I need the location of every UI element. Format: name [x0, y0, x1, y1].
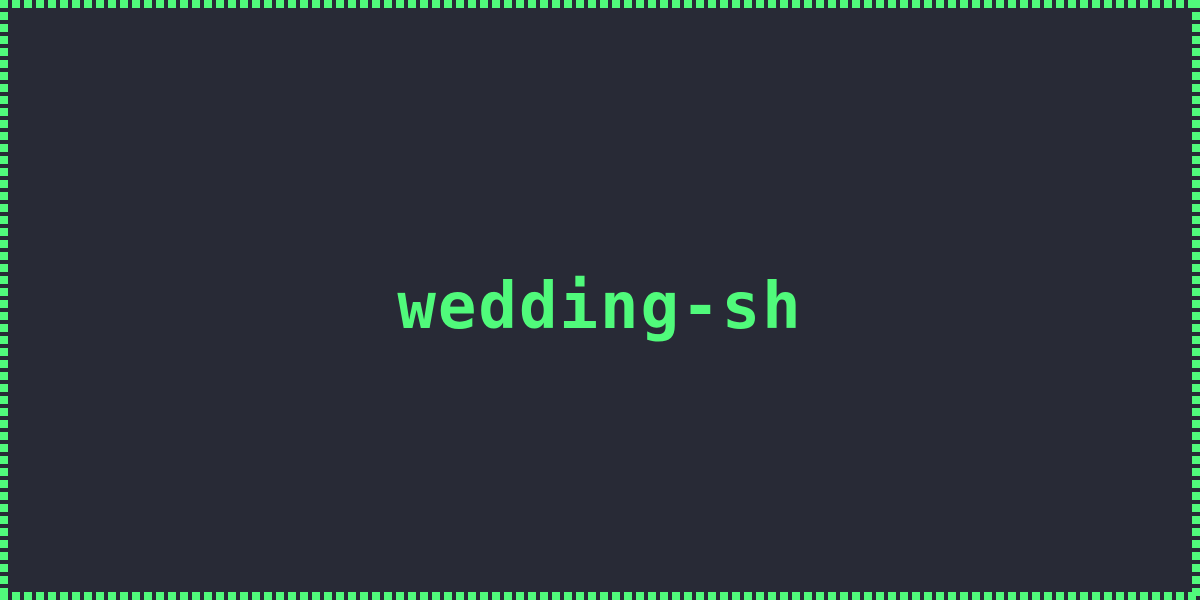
- card-canvas: wedding-sh: [0, 0, 1200, 600]
- page-title: wedding-sh: [397, 270, 803, 344]
